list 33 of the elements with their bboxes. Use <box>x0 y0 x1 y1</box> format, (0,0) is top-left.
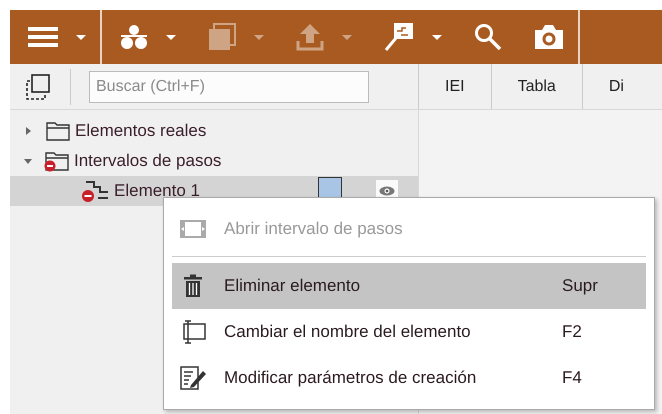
flag-icon <box>384 22 414 52</box>
step-range-icon <box>178 218 208 240</box>
expand-arrow-icon[interactable] <box>24 158 32 164</box>
shortcut-label: F4 <box>562 367 583 390</box>
tree-label: Intervalos de pasos <box>74 150 222 172</box>
menu-item[interactable]: Modificar parámetros de creación F4 <box>172 355 646 401</box>
folder-icon <box>44 150 70 172</box>
caret-icon <box>254 34 264 40</box>
shortcut-label: Supr <box>562 275 599 298</box>
caret-icon <box>166 34 176 40</box>
camera-icon <box>534 24 564 50</box>
tree-label: Elementos reales <box>75 120 206 142</box>
search-icon <box>474 23 502 51</box>
folder-icon <box>45 120 71 142</box>
expand-arrow-icon[interactable] <box>26 127 31 135</box>
upload-icon <box>296 23 324 51</box>
edit-icon <box>178 365 208 391</box>
shortcut-label: F2 <box>562 321 583 344</box>
tree-label: Elemento 1 <box>114 180 200 202</box>
menu-item[interactable]: Cambiar el nombre del elemento F2 <box>172 309 646 355</box>
tab[interactable]: Di <box>582 64 624 109</box>
search-field[interactable]: Buscar (Ctrl+F) <box>89 70 369 102</box>
tree-row[interactable]: Intervalos de pasos <box>10 146 418 176</box>
frame-icon <box>208 23 236 51</box>
caret-icon <box>76 34 86 40</box>
menu-item[interactable]: Eliminar elemento Supr <box>172 263 646 309</box>
tree-row[interactable]: Elementos reales <box>10 116 418 146</box>
caret-icon <box>432 34 442 40</box>
steps-icon <box>80 179 110 203</box>
menu-icon <box>28 26 58 48</box>
caret-icon <box>342 34 352 40</box>
circles-icon <box>120 24 148 50</box>
select-area-icon <box>24 72 52 100</box>
